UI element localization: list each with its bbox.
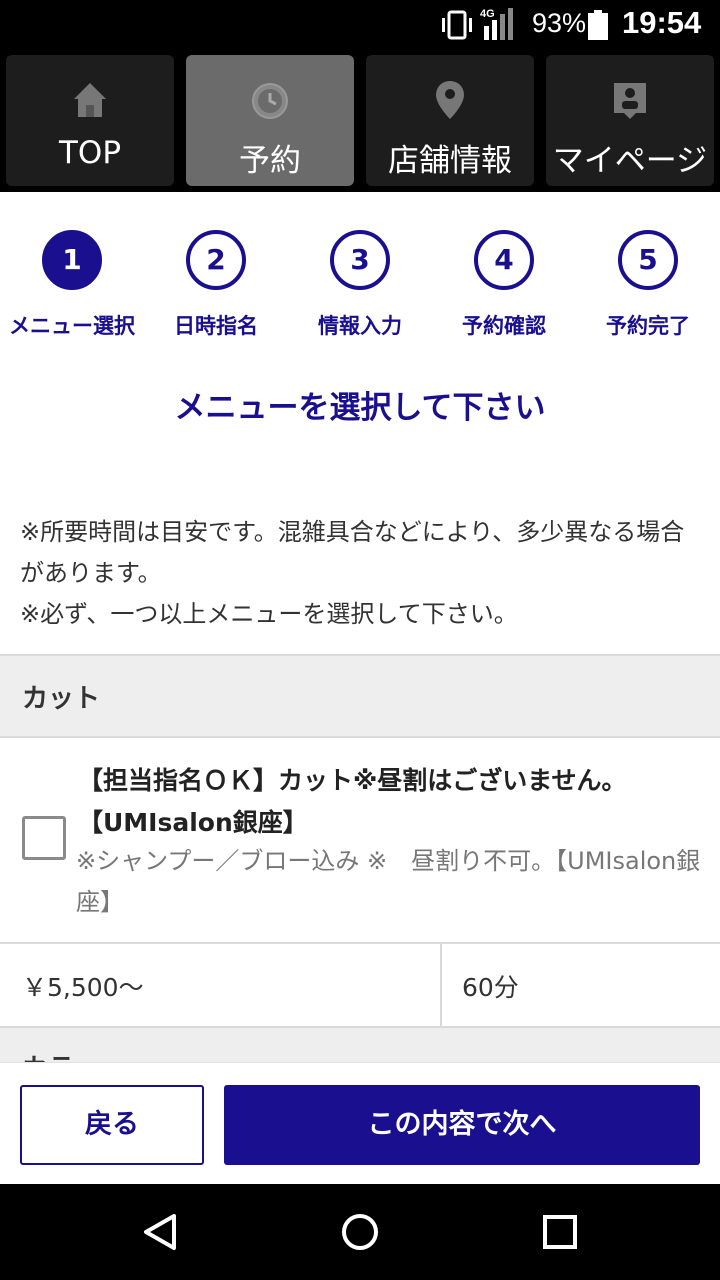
android-nav-bar (0, 1184, 720, 1280)
svg-text:4G: 4G (480, 8, 495, 20)
menu-item-title: 【担当指名ＯＫ】カット※昼割はございません。【UMIsalon銀座】 (78, 766, 627, 837)
user-card-icon (614, 83, 646, 119)
note-duration: ※所要時間は目安です。混雑具合などにより、多少異なる場合があります。 (20, 518, 685, 587)
top-nav: TOP 予約 店舗情報 マイページ (0, 50, 720, 192)
step-2: 2 日時指名 (144, 230, 288, 340)
menu-item-duration: 60分 (462, 973, 519, 1002)
vibrate-icon (442, 10, 472, 40)
notes: ※所要時間は目安です。混雑具合などにより、多少異なる場合があります。 ※必ず、一… (20, 512, 705, 635)
nav-top[interactable]: TOP (6, 55, 174, 186)
signal-icon: 4G (480, 8, 513, 40)
menu-item-price: ￥5,500〜 (22, 973, 144, 1002)
nav-mypage[interactable]: マイページ (546, 55, 714, 186)
step-3: 3 情報入力 (288, 230, 432, 340)
step-5: 5 予約完了 (576, 230, 720, 340)
menu-item-checkbox[interactable] (22, 816, 66, 860)
status-bar: 4G 93% 19:54 (0, 0, 720, 50)
step-number: 5 (618, 230, 678, 290)
step-number: 1 (42, 230, 102, 290)
step-number: 2 (186, 230, 246, 290)
menu-item[interactable]: 【担当指名ＯＫ】カット※昼割はございません。【UMIsalon銀座】 ※シャンプ… (0, 738, 720, 944)
menu-item-description: ※シャンプー／ブロー込み ※ 昼割り不可。【UMIsalon銀座】 (76, 847, 701, 916)
nav-store-info-label: 店舗情報 (388, 143, 512, 179)
step-label: 予約確認 (462, 314, 546, 338)
home-nav-icon[interactable] (340, 1212, 380, 1252)
note-select-required: ※必ず、一つ以上メニューを選択して下さい。 (20, 600, 518, 628)
divider (440, 944, 442, 1026)
back-button[interactable]: 戻る (20, 1085, 204, 1165)
map-pin-icon (436, 81, 464, 119)
step-1: 1 メニュー選択 (0, 230, 144, 340)
nav-store-info[interactable]: 店舗情報 (366, 55, 534, 186)
step-number: 3 (330, 230, 390, 290)
bottom-action-bar: 戻る この内容で次へ (0, 1062, 720, 1184)
step-label: メニュー選択 (9, 314, 135, 338)
step-number: 4 (474, 230, 534, 290)
clock-icon (252, 83, 288, 119)
menu-item-price-row: ￥5,500〜 60分 (0, 944, 720, 1028)
battery-icon (588, 10, 608, 40)
step-label: 情報入力 (318, 314, 402, 338)
section-header-cut: カット (0, 654, 720, 738)
home-icon (74, 83, 106, 117)
nav-mypage-label: マイページ (552, 143, 708, 179)
battery-percent: 93% (532, 8, 587, 38)
step-4: 4 予約確認 (432, 230, 576, 340)
step-label: 日時指名 (174, 314, 258, 338)
clock: 19:54 (622, 5, 702, 40)
recents-nav-icon[interactable] (540, 1212, 580, 1252)
nav-reservation-label: 予約 (239, 143, 301, 179)
page-heading: メニューを選択して下さい (174, 390, 546, 426)
back-nav-icon[interactable] (140, 1212, 180, 1252)
section-title: カット (22, 684, 101, 714)
step-indicator: 1 メニュー選択 2 日時指名 3 情報入力 4 予約確認 5 予約完了 (0, 192, 720, 362)
step-label: 予約完了 (606, 314, 690, 338)
next-button[interactable]: この内容で次へ (224, 1085, 700, 1165)
nav-top-label: TOP (58, 135, 122, 171)
nav-reservation[interactable]: 予約 (186, 55, 354, 186)
